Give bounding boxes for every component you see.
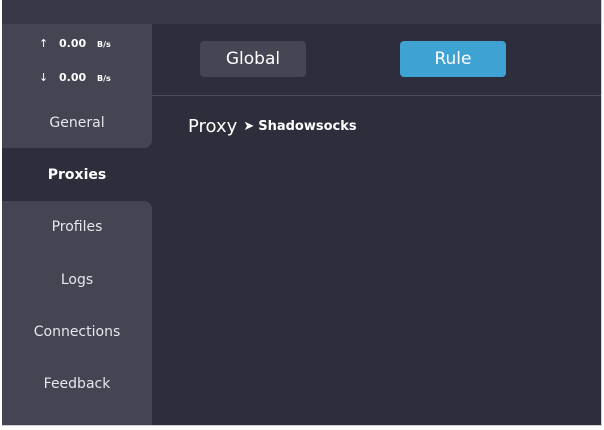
global-mode-button[interactable]: Global bbox=[200, 41, 306, 77]
sidebar-item-connections[interactable]: Connections bbox=[2, 312, 152, 352]
sidebar-item-label: General bbox=[49, 115, 105, 131]
rule-mode-button[interactable]: Rule bbox=[400, 41, 506, 77]
sidebar-item-label: Connections bbox=[33, 324, 121, 340]
sidebar-top-panel: ↑ 0.00 B/s ↓ 0.00 B/s General bbox=[2, 24, 152, 148]
sidebar-item-label: Logs bbox=[60, 272, 94, 288]
title-bar[interactable] bbox=[2, 0, 601, 24]
download-speed: ↓ 0.00 B/s bbox=[39, 71, 111, 84]
sidebar-item-label: Profiles bbox=[51, 219, 103, 235]
upload-speed-value: 0.00 bbox=[59, 37, 87, 50]
upload-speed: ↑ 0.00 B/s bbox=[39, 37, 111, 50]
sidebar-item-proxies[interactable]: Proxies bbox=[2, 155, 152, 195]
mode-bar: Global Rule bbox=[152, 24, 601, 96]
breadcrumb-root[interactable]: Proxy bbox=[188, 116, 237, 137]
sidebar: ↑ 0.00 B/s ↓ 0.00 B/s General Proxies Pr… bbox=[2, 24, 152, 425]
sidebar-item-general[interactable]: General bbox=[2, 103, 152, 143]
upload-arrow-icon: ↑ bbox=[39, 37, 49, 50]
upload-speed-unit: B/s bbox=[97, 40, 111, 49]
sidebar-bottom-panel: Profiles Logs Connections Feedback bbox=[2, 201, 152, 425]
breadcrumb: Proxy ➤ Shadowsocks bbox=[188, 116, 357, 137]
sidebar-item-profiles[interactable]: Profiles bbox=[2, 207, 152, 247]
download-arrow-icon: ↓ bbox=[39, 71, 49, 84]
arrow-right-icon: ➤ bbox=[243, 119, 255, 134]
sidebar-item-label: Feedback bbox=[43, 376, 111, 392]
sidebar-item-logs[interactable]: Logs bbox=[2, 260, 152, 300]
app-window: ↑ 0.00 B/s ↓ 0.00 B/s General Proxies Pr… bbox=[2, 0, 602, 426]
sidebar-item-label: Proxies bbox=[47, 167, 107, 183]
download-speed-unit: B/s bbox=[97, 74, 111, 83]
download-speed-value: 0.00 bbox=[59, 71, 87, 84]
sidebar-item-feedback[interactable]: Feedback bbox=[2, 364, 152, 404]
breadcrumb-current: Shadowsocks bbox=[258, 119, 357, 134]
